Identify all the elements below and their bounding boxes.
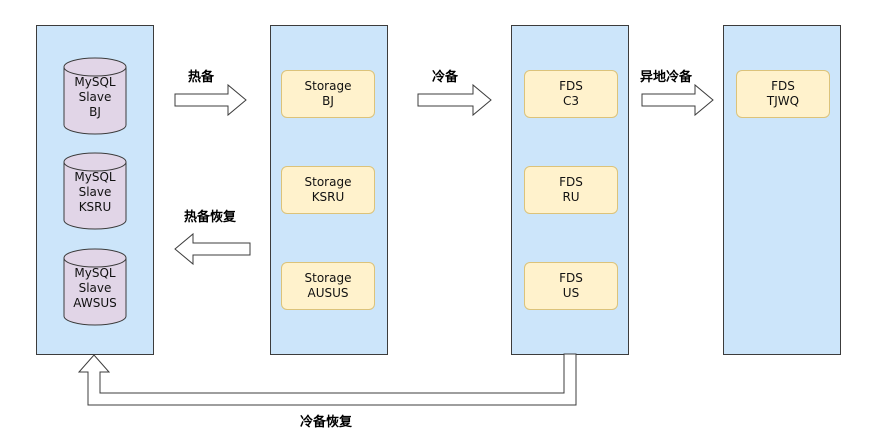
mysql-label: MySQL	[74, 266, 116, 280]
fds-label: FDS	[559, 175, 583, 189]
hot-restore-label: 热备恢复	[184, 210, 237, 225]
mysql-slave-bj-db: MySQL Slave BJ	[63, 57, 127, 135]
storage-label: Storage	[304, 175, 352, 189]
region-label: KSRU	[311, 190, 345, 204]
mysql-label: MySQL	[74, 75, 116, 89]
region-label: AUSUS	[307, 286, 349, 300]
cold-restore-arrow	[77, 353, 577, 406]
hot-backup-arrow	[174, 83, 247, 117]
fds-ru-node: FDS RU	[524, 166, 618, 214]
storage-ksru-node: Storage KSRU	[281, 166, 375, 214]
region-label: TJWQ	[766, 94, 800, 108]
region-label: RU	[562, 190, 580, 204]
slave-label: Slave	[78, 281, 112, 295]
storage-bj-node: Storage BJ	[281, 70, 375, 118]
storage-label: Storage	[304, 79, 352, 93]
cold-backup-arrow	[417, 83, 492, 117]
mysql-label: MySQL	[74, 170, 116, 184]
cold-backup-label: 冷备	[432, 70, 459, 85]
mysql-slave-awsus-db: MySQL Slave AWSUS	[63, 248, 127, 326]
fds-c3-node: FDS C3	[524, 70, 618, 118]
fds-label: FDS	[771, 79, 795, 93]
region-label: C3	[562, 94, 579, 108]
fds-label: FDS	[559, 79, 583, 93]
region-label: AWSUS	[73, 296, 117, 310]
storage-label: Storage	[304, 271, 352, 285]
fds-tjwq-node: FDS TJWQ	[736, 70, 830, 118]
mysql-slave-ksru-db: MySQL Slave KSRU	[63, 152, 127, 230]
region-label: BJ	[89, 105, 101, 119]
region-label: KSRU	[78, 200, 112, 214]
cold-restore-label: 冷备恢复	[300, 415, 353, 430]
hot-restore-arrow	[174, 232, 251, 266]
fds-label: FDS	[559, 271, 583, 285]
offsite-cold-backup-label: 异地冷备	[640, 70, 693, 85]
region-label: BJ	[322, 94, 334, 108]
region-label: US	[562, 286, 580, 300]
slave-label: Slave	[78, 185, 112, 199]
fds-us-node: FDS US	[524, 262, 618, 310]
storage-ausus-node: Storage AUSUS	[281, 262, 375, 310]
slave-label: Slave	[78, 90, 112, 104]
offsite-cold-backup-arrow	[641, 83, 714, 117]
hot-backup-label: 热备	[188, 70, 215, 85]
